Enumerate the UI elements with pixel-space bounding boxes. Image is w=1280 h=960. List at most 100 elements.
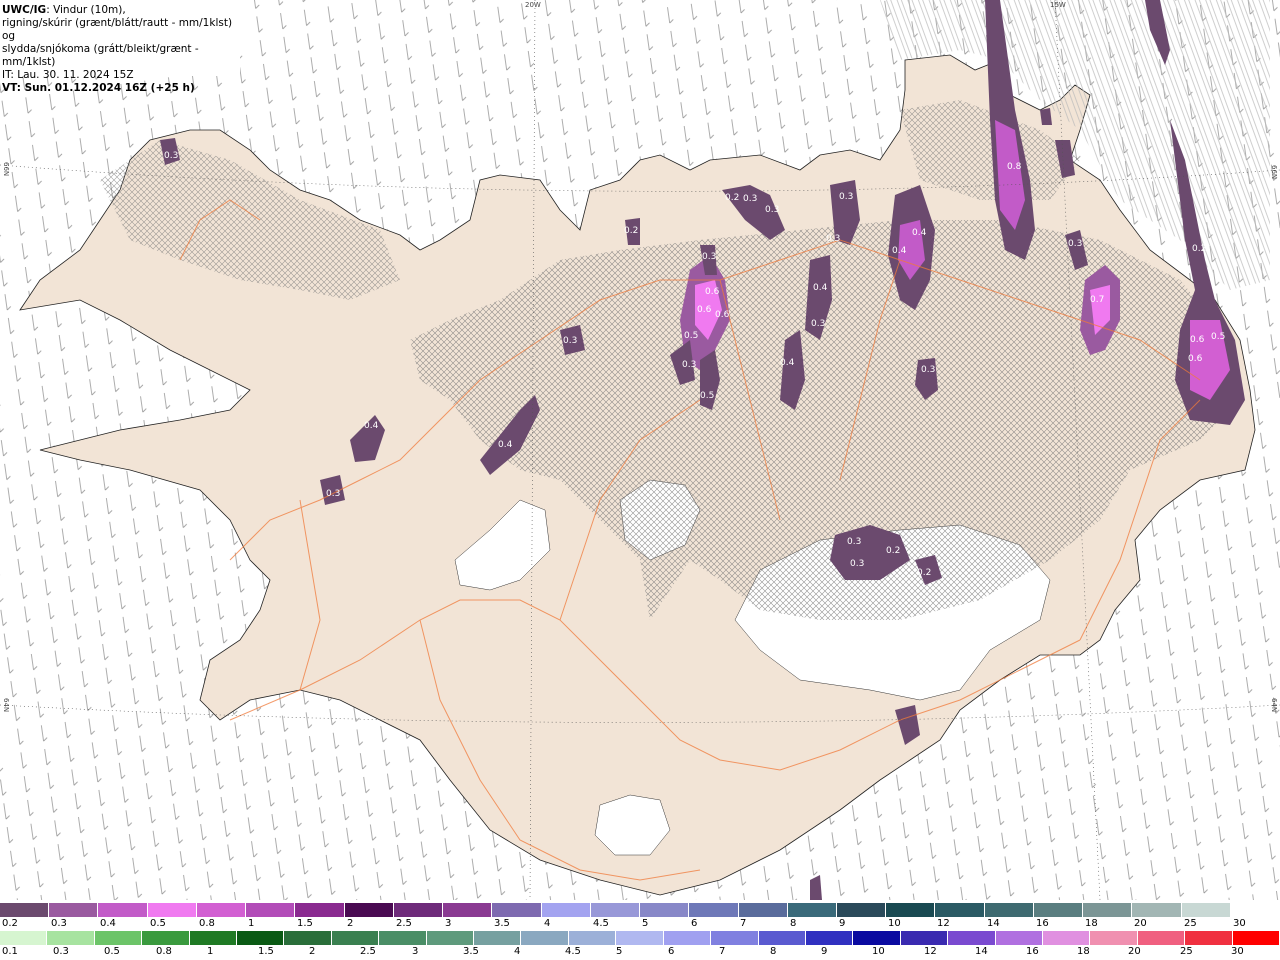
legend-tick-label: 0.3 (53, 946, 69, 957)
precip-value-label: 0.3 (847, 537, 862, 547)
legend-swatch (0, 903, 50, 917)
legend-tick-label: 0.1 (2, 946, 18, 957)
legend-tick-label: 16 (1036, 918, 1049, 929)
lon-label-15w: 15W (1050, 1, 1066, 9)
legend-swatch (443, 903, 493, 917)
precip-value-label: 0.8 (1007, 162, 1022, 172)
legend-tick-label: 1 (248, 918, 255, 929)
legend-swatch (0, 931, 48, 945)
legend-swatch (474, 931, 522, 945)
legend-tick-label: 12 (937, 918, 950, 929)
legend-tick-label: 1 (207, 946, 214, 957)
legend-tick-label: 8 (770, 946, 777, 957)
legend-swatch (142, 931, 190, 945)
legend-tick-label: 3 (445, 918, 452, 929)
legend-swatch (379, 931, 427, 945)
legend-swatch (640, 903, 690, 917)
legend-tick-label: 25 (1180, 946, 1193, 957)
legend-tick-label: 18 (1085, 918, 1098, 929)
legend-swatch (1132, 903, 1182, 917)
legend-tick-label: 7 (740, 918, 747, 929)
precip-value-label: 0.2 (1192, 244, 1207, 254)
precip-value-label: 0.5 (684, 331, 699, 341)
legend-swatch (948, 931, 996, 945)
legend-swatch (295, 903, 345, 917)
legend-tick-label: 4 (544, 918, 551, 929)
legend-tick-label: 4 (514, 946, 521, 957)
legend-tick-label: 5 (642, 918, 649, 929)
precip-value-label: 0.4 (498, 440, 513, 450)
legend-tick-label: 2.5 (360, 946, 376, 957)
legend-tick-label: 3.5 (494, 918, 510, 929)
legend-swatch (616, 931, 664, 945)
legend-tick-label: 1.5 (258, 946, 274, 957)
legend-tick-label: 30 (1233, 918, 1246, 929)
legend-swatch (900, 931, 949, 945)
precip-value-label: 0.6 (697, 305, 712, 315)
legend-tick-label: 0.4 (100, 918, 116, 929)
precip-value-label: 0.3 (682, 360, 697, 370)
precip-value-label: 0.2 (624, 226, 639, 236)
legend-tick-label: 7 (719, 946, 726, 957)
legend-tick-label: 14 (975, 946, 988, 957)
precip-value-label: 0.3 (921, 365, 936, 375)
precip-value-label: 0.6 (1188, 354, 1203, 364)
legend-rain-colorbar (0, 931, 1280, 945)
precip-value-label: 0.3 (702, 252, 717, 262)
precip-value-label: 0.6 (705, 287, 720, 297)
legend-swatch (393, 903, 444, 917)
precip-value-label: 0.2 (725, 193, 740, 203)
legend-swatch (541, 903, 591, 917)
legend-swatch (984, 903, 1034, 917)
legend-snow-labels: 0.2 0.3 0.4 0.5 0.8 1 1.5 2 2.5 3 3.5 4 4.5 5 6 7 8 9 10 12… (0, 918, 1280, 930)
legend-swatch (935, 903, 985, 917)
legend-swatch (787, 903, 837, 917)
title-line3: slydda/snjókoma (grátt/bleikt/grænt - mm… (2, 43, 199, 68)
legend-tick-label: 10 (888, 918, 901, 929)
legend-swatch (853, 931, 901, 945)
legend-tick-label: 16 (1026, 946, 1039, 957)
lat-label-66n-right: 66N (1270, 165, 1278, 180)
legend-swatch (1137, 931, 1186, 945)
legend-tick-label: 25 (1184, 918, 1197, 929)
legend-tick-label: 3.5 (463, 946, 479, 957)
legend-swatch (689, 903, 739, 917)
legend-tick-label: 8 (790, 918, 797, 929)
legend-swatch (94, 931, 143, 945)
legend-tick-label: 4.5 (593, 918, 609, 929)
legend-swatch (738, 903, 788, 917)
legend-tick-label: 5 (616, 946, 623, 957)
legend-swatch (47, 931, 95, 945)
lon-label-20w: 20W (525, 1, 541, 9)
legend-tick-label: 3 (412, 946, 419, 957)
legend-swatch (1033, 903, 1084, 917)
legend-tick-label: 0.5 (150, 918, 166, 929)
legend-tick-label: 20 (1134, 918, 1147, 929)
legend-swatch (147, 903, 197, 917)
legend-swatch (1230, 903, 1280, 917)
legend-tick-label: 14 (987, 918, 1000, 929)
precip-value-label: 0.4 (813, 283, 828, 293)
legend-rain-labels: 0.1 0.3 0.5 0.8 1 1.5 2 2.5 3 3.5 4 4.5 5 6 7 8 9 10 12 14 1… (0, 946, 1280, 958)
legend-swatch (758, 931, 806, 945)
legend-swatch (344, 903, 394, 917)
legend-swatch (1042, 931, 1091, 945)
legend-swatch (98, 903, 148, 917)
legend-snow-colorbar (0, 903, 1280, 917)
precip-value-label: 0.3 (850, 559, 865, 569)
precip-value-label: 0.3 (743, 194, 758, 204)
initial-time: IT: Lau. 30. 11. 2024 15Z (2, 69, 134, 81)
legend-tick-label: 2 (347, 918, 354, 929)
precip-value-label: 0.3 (326, 489, 341, 499)
map-info-box: UWC/IG: Vindur (10m), rigning/skúrir (gr… (0, 0, 240, 94)
legend-swatch (568, 931, 617, 945)
legend-tick-label: 4.5 (565, 946, 581, 957)
precip-value-label: 0.2 (917, 568, 932, 578)
legend-tick-label: 10 (872, 946, 885, 957)
legend-swatch (1181, 903, 1231, 917)
legend-tick-label: 30 (1231, 946, 1244, 957)
legend-swatch (1090, 931, 1138, 945)
weather-map (0, 0, 1280, 900)
legend-tick-label: 0.2 (2, 918, 18, 929)
legend-tick-label: 0.3 (51, 918, 67, 929)
